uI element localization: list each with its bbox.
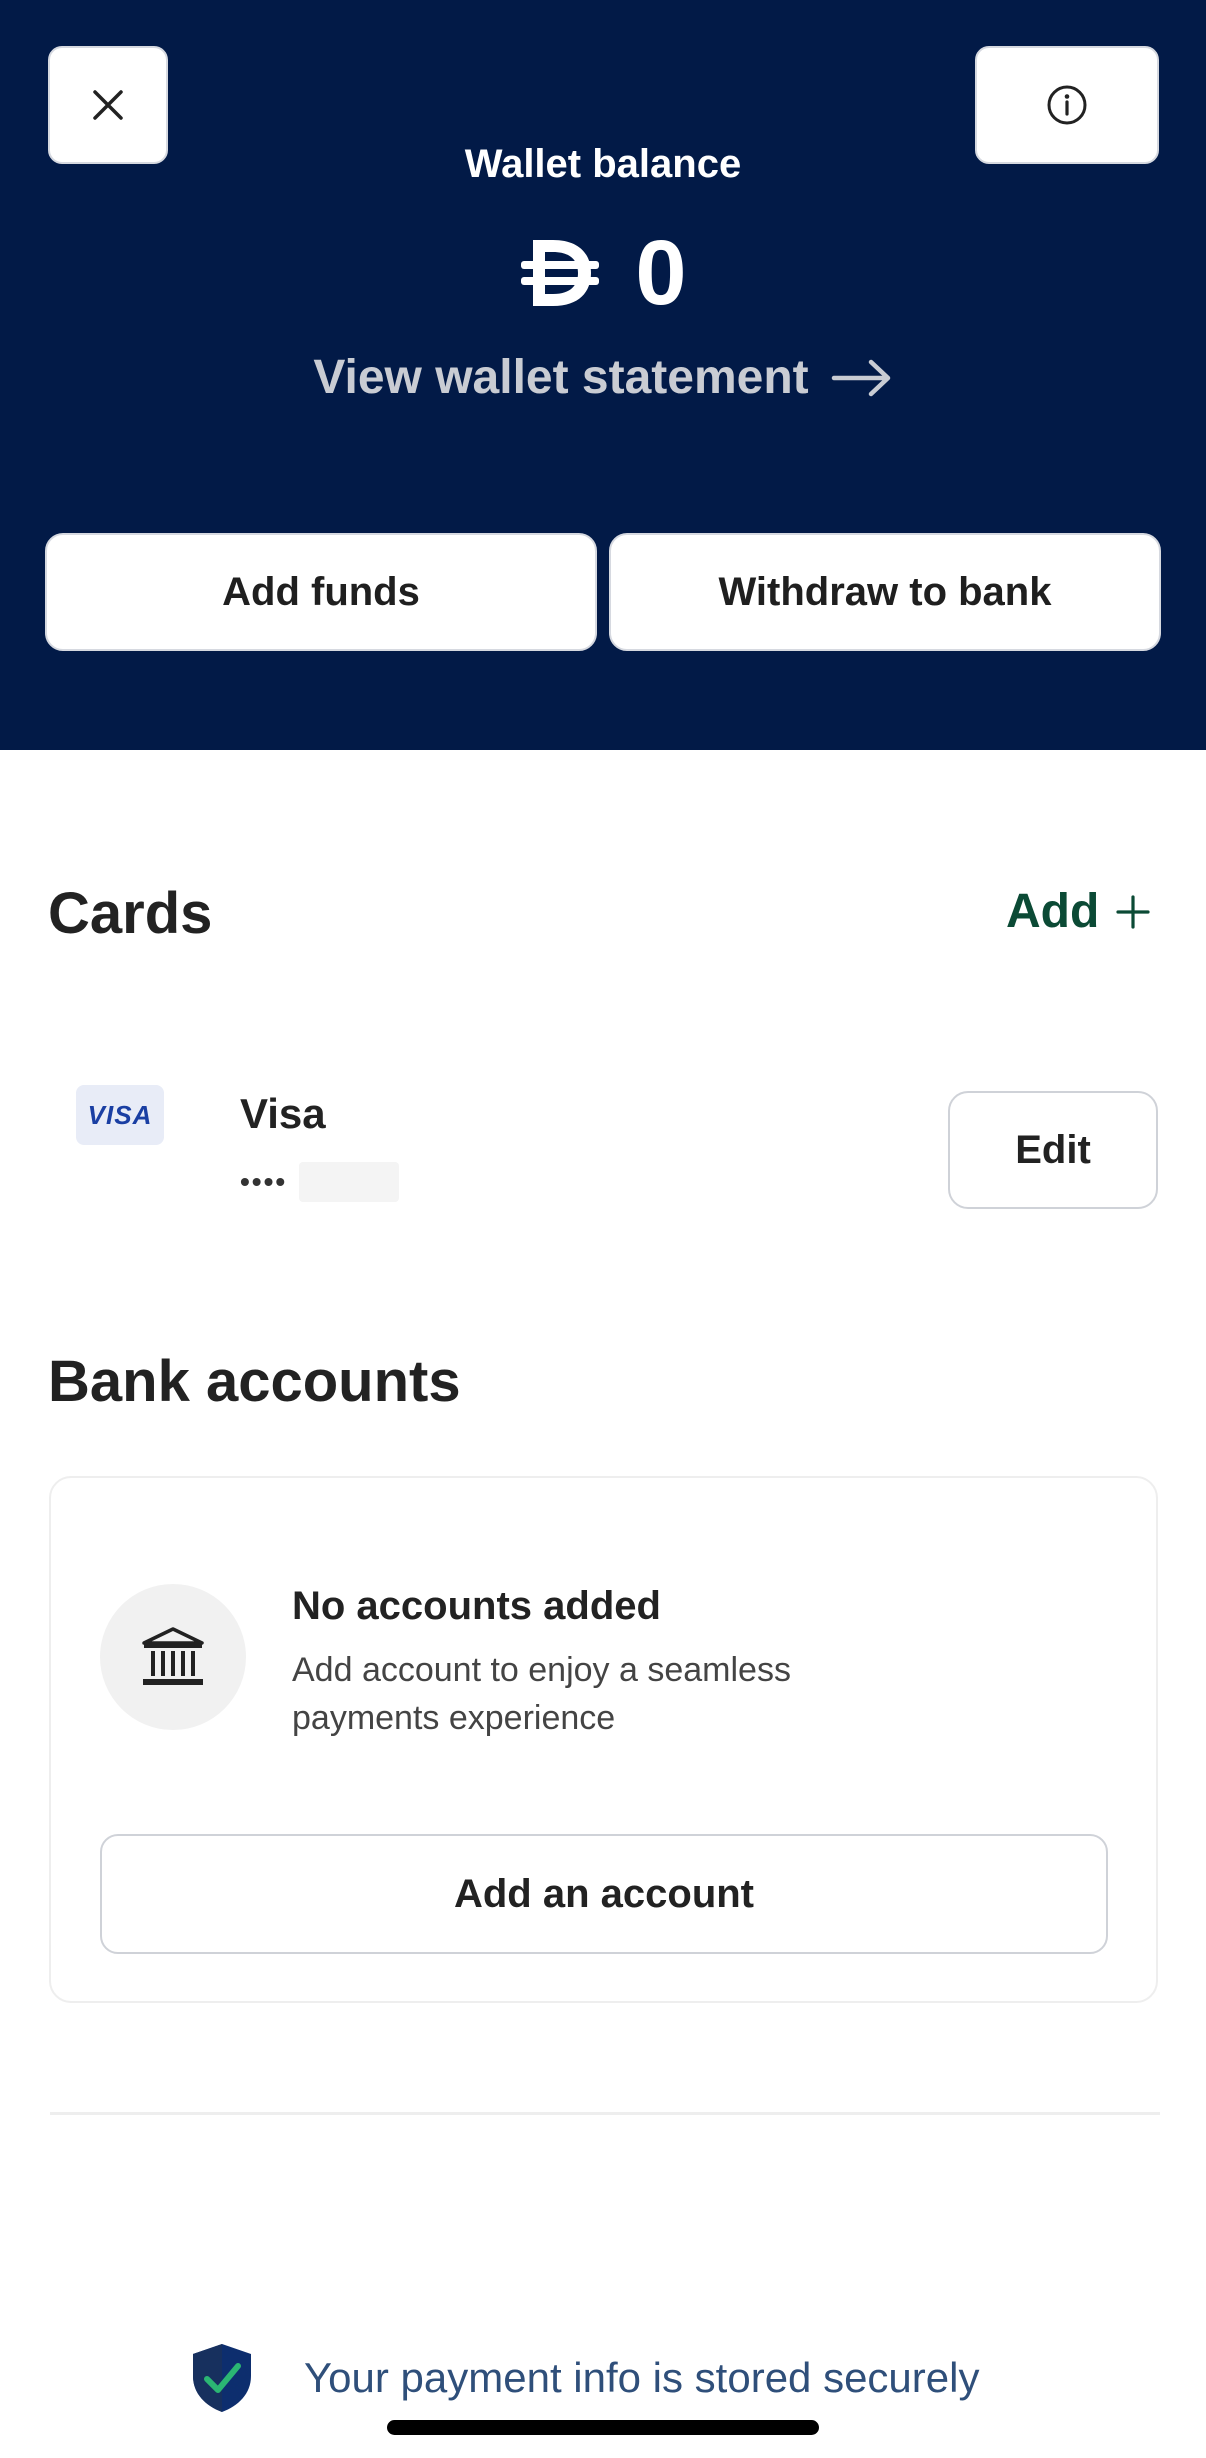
bank-icon-container [100,1584,246,1730]
divider [50,2112,1160,2115]
wallet-header: Wallet balance 0 View wallet statement A… [0,0,1206,750]
home-indicator [387,2420,819,2435]
add-card-button[interactable]: Add [1006,884,1151,939]
cards-title: Cards [48,881,213,946]
add-funds-button[interactable]: Add funds [45,533,597,651]
card-number-redacted [299,1162,400,1202]
plus-icon [1116,894,1150,929]
secure-info: Your payment info is stored securely [190,2342,979,2414]
dirham-icon [521,240,600,306]
view-statement-link[interactable]: View wallet statement [0,350,1206,405]
bank-accounts-empty-card: No accounts added Add account to enjoy a… [49,1476,1158,2003]
arrow-right-icon [831,359,890,396]
bank-icon [142,1627,204,1685]
close-icon [93,90,123,120]
empty-state-title: No accounts added [292,1584,661,1628]
info-icon [1047,85,1087,125]
wallet-balance: 0 [0,218,1206,328]
shield-check-icon [193,2344,251,2412]
add-card-label: Add [1006,885,1100,938]
statement-label: View wallet statement [313,351,809,404]
withdraw-to-bank-button[interactable]: Withdraw to bank [609,533,1161,651]
balance-amount: 0 [635,222,687,324]
edit-card-button[interactable]: Edit [948,1091,1158,1209]
secure-text: Your payment info is stored securely [304,2354,980,2401]
empty-state-subtitle: Add account to enjoy a seamless payments… [292,1651,791,1737]
card-name: Visa [240,1090,326,1137]
bank-accounts-title: Bank accounts [48,1349,461,1414]
wallet-balance-label: Wallet balance [464,142,742,186]
card-mask-dots: •••• [240,1166,288,1197]
add-account-button[interactable]: Add an account [100,1834,1108,1954]
card-number-masked: •••• [240,1162,400,1202]
visa-logo: VISA [76,1085,164,1145]
